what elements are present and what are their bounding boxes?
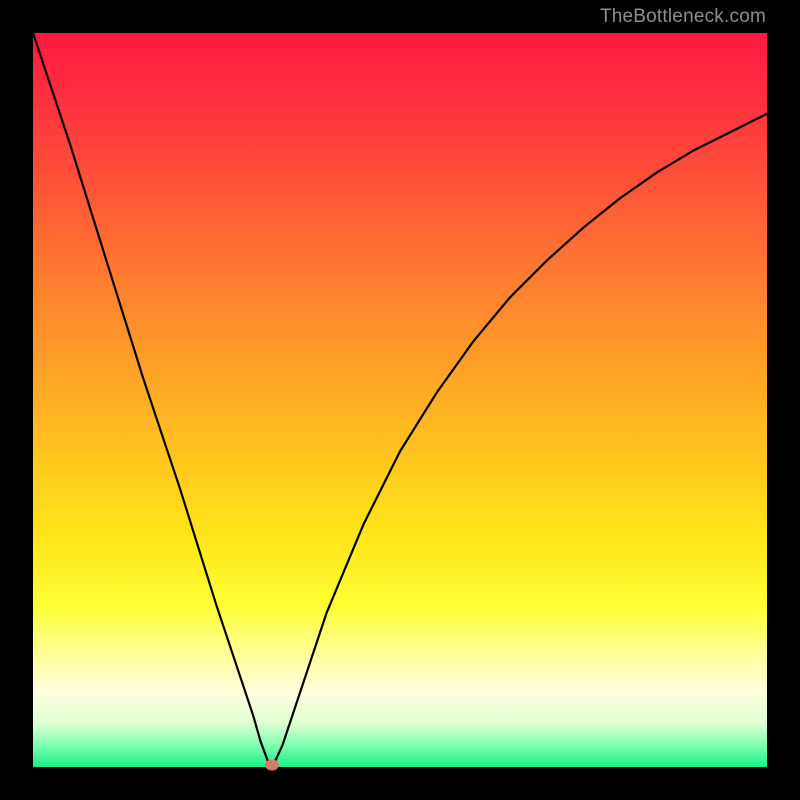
optimal-point-marker <box>265 759 279 770</box>
watermark-text: TheBottleneck.com <box>600 6 766 28</box>
bottleneck-curve <box>33 33 767 767</box>
